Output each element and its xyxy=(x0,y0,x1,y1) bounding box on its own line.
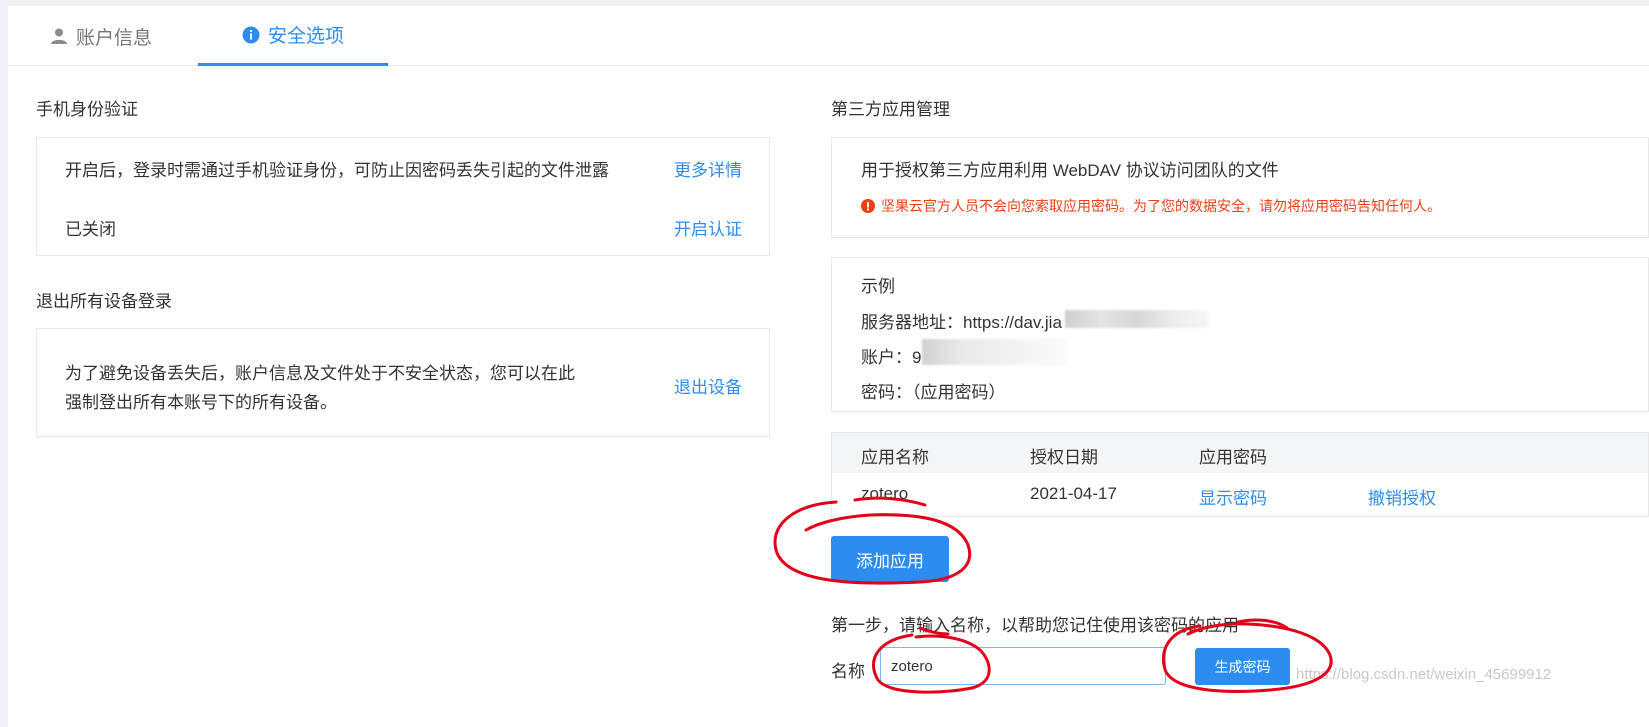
account-row: 账户：9 xyxy=(861,343,921,368)
tab-bar: 账户信息 安全选项 xyxy=(8,6,1649,66)
third-party-info-box: 用于授权第三方应用利用 WebDAV 协议访问团队的文件 坚果云官方人员不会向您… xyxy=(831,137,1649,238)
show-password-link[interactable]: 显示密码 xyxy=(1199,484,1267,509)
authorized-apps-table: 应用名称 授权日期 应用密码 zotero 2021-04-17 显示密码 撤销… xyxy=(831,432,1649,517)
name-label: 名称 xyxy=(831,662,865,681)
phone-auth-description: 开启后，登录时需通过手机验证身份，可防止因密码丢失引起的文件泄露 xyxy=(65,161,609,180)
account-value: 9 xyxy=(912,348,922,367)
redacted-account xyxy=(922,339,1066,365)
logout-devices-link[interactable]: 退出设备 xyxy=(674,373,742,398)
step-instruction: 第一步，请输入名称，以帮助您记住使用该密码的应用 xyxy=(831,616,1239,635)
tab-security-options[interactable]: 安全选项 xyxy=(198,6,388,66)
settings-panel: 账户信息 安全选项 手机身份验证 开启后，登录时需通过手机验证身份，可防止因密码… xyxy=(8,6,1649,727)
add-app-button[interactable]: 添加应用 xyxy=(831,536,949,582)
table-header: 应用名称 授权日期 应用密码 xyxy=(832,433,1648,473)
warning-message: 坚果云官方人员不会向您索取应用密码。为了您的数据安全，请勿将应用密码告知任何人。 xyxy=(861,196,1441,216)
warning-icon xyxy=(861,199,875,213)
warning-text: 坚果云官方人员不会向您索取应用密码。为了您的数据安全，请勿将应用密码告知任何人。 xyxy=(881,198,1441,214)
logout-description-line1: 为了避免设备丢失后，账户信息及文件处于不安全状态，您可以在此 xyxy=(65,364,575,383)
server-address-row: 服务器地址：https://dav.jia xyxy=(861,308,1062,333)
tab-label: 账户信息 xyxy=(76,27,153,49)
tab-label: 安全选项 xyxy=(267,26,344,47)
phone-auth-box: 开启后，登录时需通过手机验证身份，可防止因密码丢失引起的文件泄露 更多详情 已关… xyxy=(36,137,770,256)
generate-password-button[interactable]: 生成密码 xyxy=(1195,648,1290,685)
example-title: 示例 xyxy=(861,277,895,296)
info-icon xyxy=(242,26,260,44)
row-auth-date: 2021-04-17 xyxy=(1030,484,1117,503)
more-details-link[interactable]: 更多详情 xyxy=(674,156,742,181)
app-name-input[interactable] xyxy=(880,647,1166,685)
server-value: https://dav.jia xyxy=(963,313,1062,332)
header-auth-date: 授权日期 xyxy=(1030,448,1098,467)
phone-auth-status: 已关闭 xyxy=(65,220,116,239)
password-label: 密码： xyxy=(861,383,912,402)
logout-all-box: 为了避免设备丢失后，账户信息及文件处于不安全状态，您可以在此 强制登出所有本账号… xyxy=(36,328,770,437)
third-party-description: 用于授权第三方应用利用 WebDAV 协议访问团队的文件 xyxy=(861,161,1279,180)
redacted-server xyxy=(1065,310,1208,328)
password-row: 密码：（应用密码） xyxy=(861,378,1006,403)
third-party-title: 第三方应用管理 xyxy=(831,100,950,119)
row-app-name: zotero xyxy=(861,484,909,503)
phone-auth-title: 手机身份验证 xyxy=(36,100,138,119)
password-value: （应用密码） xyxy=(912,383,1006,402)
header-app-name: 应用名称 xyxy=(861,448,929,467)
revoke-auth-link[interactable]: 撤销授权 xyxy=(1368,484,1436,509)
header-app-password: 应用密码 xyxy=(1199,448,1267,467)
enable-auth-link[interactable]: 开启认证 xyxy=(674,215,742,240)
watermark: https://blog.csdn.net/weixin_45699912 xyxy=(1296,666,1552,683)
logout-description-line2: 强制登出所有本账号下的所有设备。 xyxy=(65,393,337,412)
server-label: 服务器地址： xyxy=(861,313,963,332)
logout-all-title: 退出所有设备登录 xyxy=(36,292,172,311)
account-label: 账户： xyxy=(861,348,912,367)
user-icon xyxy=(50,27,68,45)
tab-account-info[interactable]: 账户信息 xyxy=(50,6,152,66)
example-box: 示例 服务器地址：https://dav.jia 账户：9 密码：（应用密码） xyxy=(831,257,1649,412)
